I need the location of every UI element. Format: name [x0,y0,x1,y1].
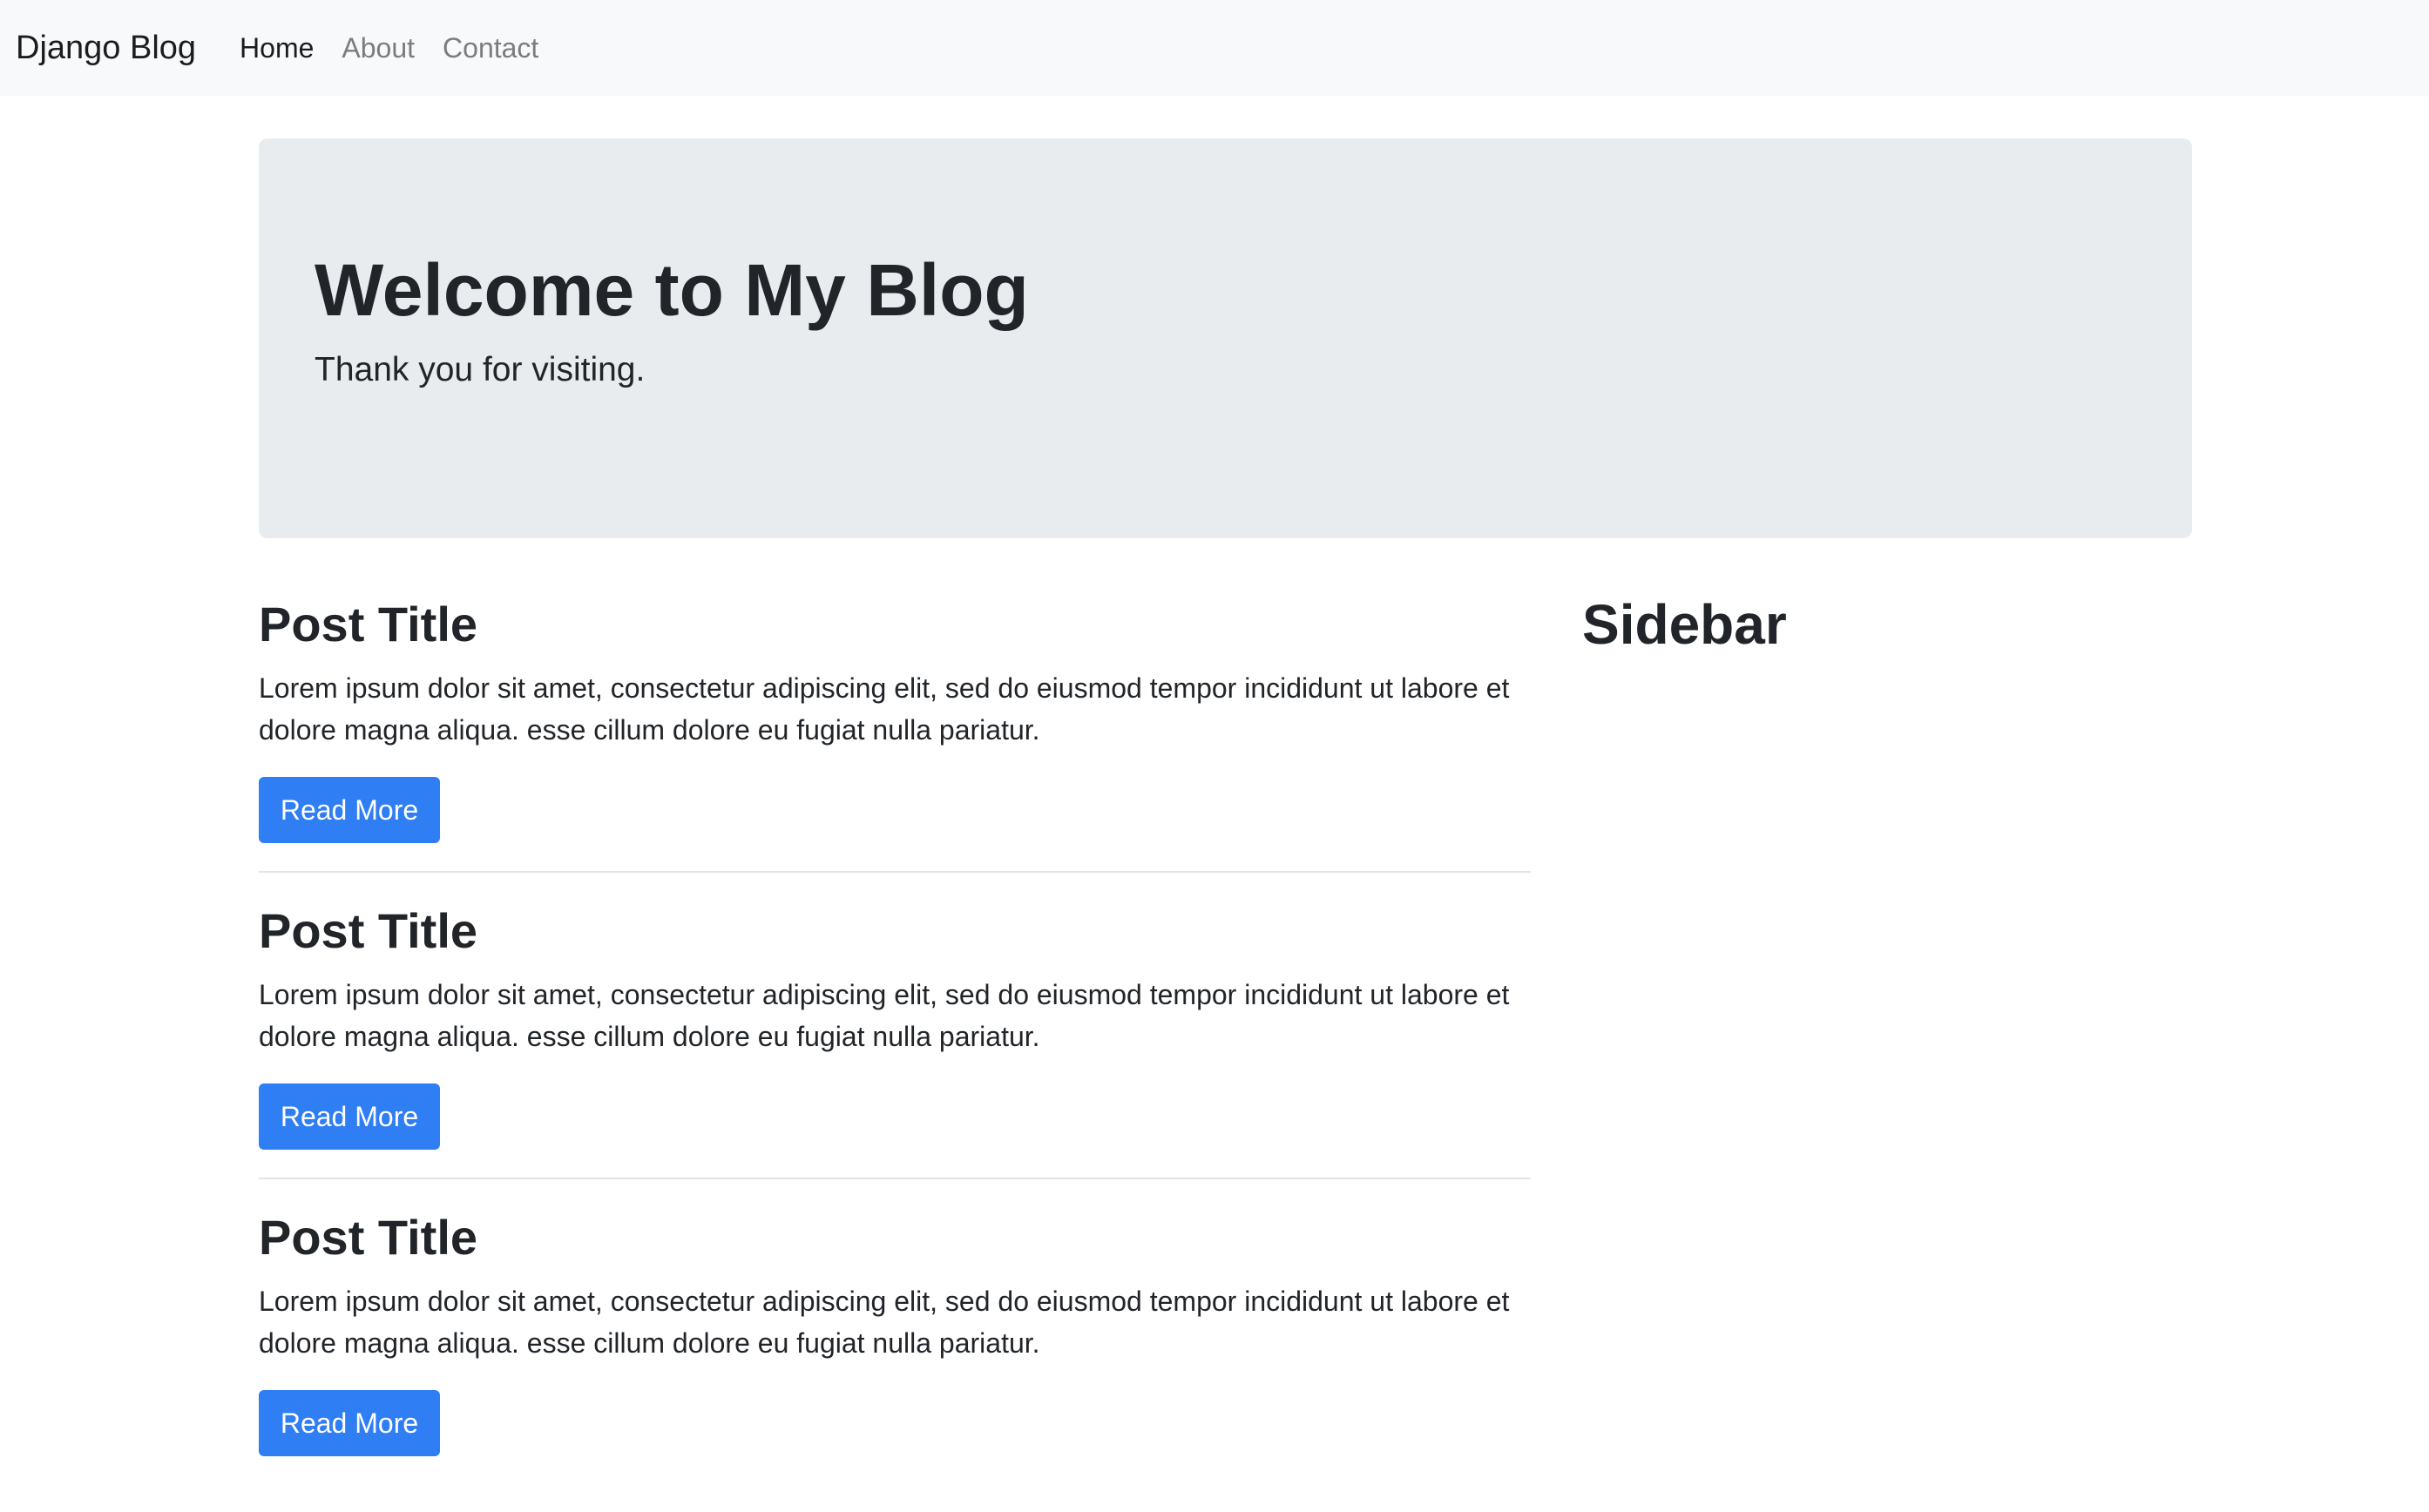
post-item: Post Title Lorem ipsum dolor sit amet, c… [259,1205,1531,1512]
read-more-button[interactable]: Read More [259,777,440,843]
post-excerpt: Lorem ipsum dolor sit amet, consectetur … [259,1286,1510,1359]
nav-link-about[interactable]: About [342,32,415,64]
nav-link-home[interactable]: Home [240,32,314,64]
jumbotron: Welcome to My Blog Thank you for visitin… [259,138,2192,538]
post-divider [259,871,1531,873]
sidebar-title: Sidebar [1582,593,1787,656]
post-divider [259,1178,1531,1179]
read-more-button[interactable]: Read More [259,1390,440,1456]
post-item: Post Title Lorem ipsum dolor sit amet, c… [259,592,1531,899]
post-title: Post Title [259,597,478,651]
navbar: Django Blog Home About Contact [0,0,2429,96]
post-item: Post Title Lorem ipsum dolor sit amet, c… [259,899,1531,1205]
post-list: Post Title Lorem ipsum dolor sit amet, c… [259,592,1531,1512]
navbar-brand[interactable]: Django Blog [16,30,196,67]
post-title: Post Title [259,1210,478,1265]
nav-link-contact[interactable]: Contact [443,32,538,64]
jumbotron-title: Welcome to My Blog [315,249,1029,331]
post-title: Post Title [259,903,478,958]
jumbotron-lead: Thank you for visiting. [315,351,646,388]
post-excerpt: Lorem ipsum dolor sit amet, consectetur … [259,672,1510,746]
post-excerpt: Lorem ipsum dolor sit amet, consectetur … [259,979,1510,1052]
read-more-button[interactable]: Read More [259,1083,440,1150]
